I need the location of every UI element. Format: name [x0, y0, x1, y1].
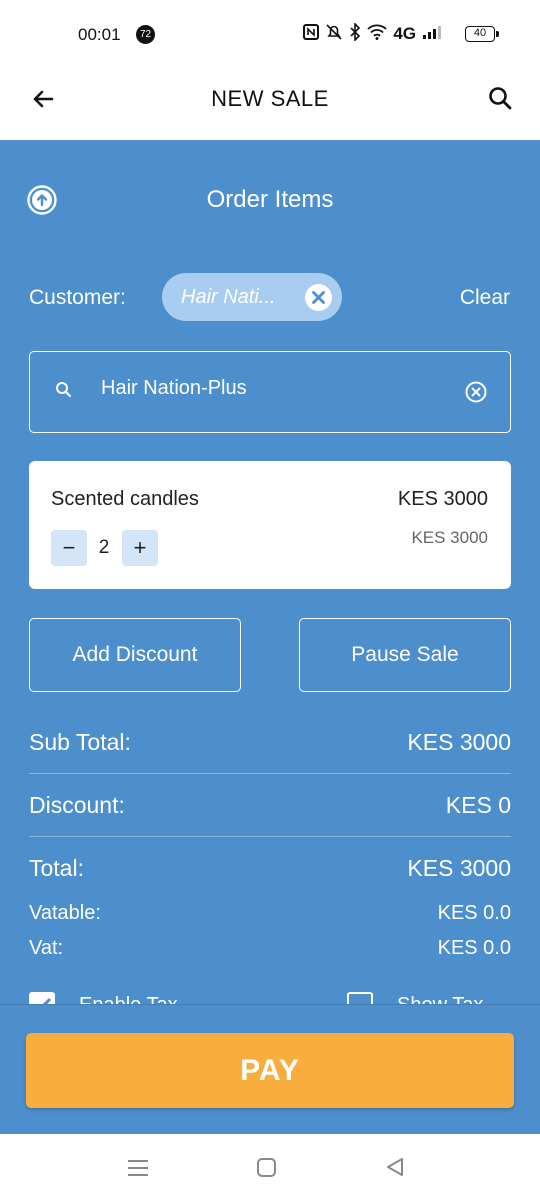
discount-label: Discount:	[29, 792, 125, 818]
search-button[interactable]	[484, 82, 518, 116]
vat-label: Vat:	[29, 937, 64, 959]
clear-circle-icon	[465, 381, 487, 403]
recent-apps-button[interactable]	[127, 1158, 149, 1178]
increase-quantity-button[interactable]: +	[122, 530, 158, 566]
subtotal-label: Sub Total:	[29, 729, 131, 755]
vatable-label: Vatable:	[29, 902, 101, 924]
total-value: KES 3000	[407, 855, 511, 881]
nfc-icon	[303, 24, 320, 44]
quantity-value: 2	[98, 537, 110, 558]
vat-value: KES 0.0	[437, 937, 511, 959]
divider	[29, 773, 511, 774]
divider	[29, 836, 511, 837]
pause-sale-button[interactable]: Pause Sale	[299, 618, 511, 692]
order-content: Order Items Customer: Hair Nati... Clear…	[0, 140, 540, 1004]
pay-bar: PAY	[0, 1004, 540, 1134]
customer-search-input[interactable]: Hair Nation-Plus	[29, 351, 511, 433]
check-icon	[35, 997, 52, 1004]
close-icon	[312, 291, 325, 304]
page-title: NEW SALE	[211, 86, 329, 111]
enable-tax-label: Enable Tax	[79, 994, 178, 1004]
wifi-icon	[367, 24, 387, 44]
clear-customer-button[interactable]: Clear	[460, 286, 510, 310]
total-label: Total:	[29, 855, 84, 881]
bluetooth-icon	[349, 22, 361, 45]
search-value: Hair Nation-Plus	[101, 377, 247, 399]
subtotal-value: KES 3000	[407, 729, 511, 755]
customer-chip-text: Hair Nati...	[181, 286, 276, 308]
status-icons: 4G	[303, 22, 444, 45]
search-icon	[489, 87, 512, 110]
pay-button[interactable]: PAY	[26, 1033, 514, 1108]
order-item-card: Scented candles KES 3000 KES 3000 − 2 +	[29, 461, 511, 589]
home-button[interactable]	[257, 1158, 276, 1177]
search-icon	[56, 382, 72, 398]
show-tax-checkbox[interactable]	[347, 992, 373, 1004]
signal-icon	[422, 24, 444, 44]
item-price: KES 3000	[397, 488, 488, 510]
triangle-back-icon	[387, 1158, 403, 1176]
system-back-button[interactable]	[384, 1156, 406, 1178]
customer-chip[interactable]: Hair Nati...	[162, 273, 342, 321]
status-time: 00:01	[78, 25, 121, 44]
muted-bell-icon	[325, 23, 343, 45]
show-tax-label: Show Tax	[397, 994, 483, 1004]
section-title: Order Items	[206, 186, 334, 213]
add-discount-button[interactable]: Add Discount	[29, 618, 241, 692]
vatable-value: KES 0.0	[437, 902, 511, 924]
discount-value: KES 0	[445, 792, 511, 818]
battery-indicator: 40	[465, 26, 499, 42]
customer-label: Customer:	[29, 286, 126, 309]
chip-remove-button[interactable]	[305, 284, 332, 311]
notification-count-badge: 72	[136, 25, 155, 44]
menu-icon	[128, 1160, 148, 1176]
status-bar: 00:01 72 4G 40	[0, 0, 540, 66]
decrease-quantity-button[interactable]: −	[51, 530, 87, 566]
app-bar: NEW SALE	[0, 66, 540, 140]
item-name: Scented candles	[51, 488, 199, 510]
item-unit-price: KES 3000	[411, 528, 488, 547]
network-type: 4G	[393, 24, 416, 43]
tax-options-row: Enable Tax Show Tax	[29, 992, 511, 1004]
search-clear-button[interactable]	[464, 380, 488, 404]
system-navigation-bar	[0, 1134, 540, 1200]
enable-tax-checkbox[interactable]	[29, 992, 55, 1004]
